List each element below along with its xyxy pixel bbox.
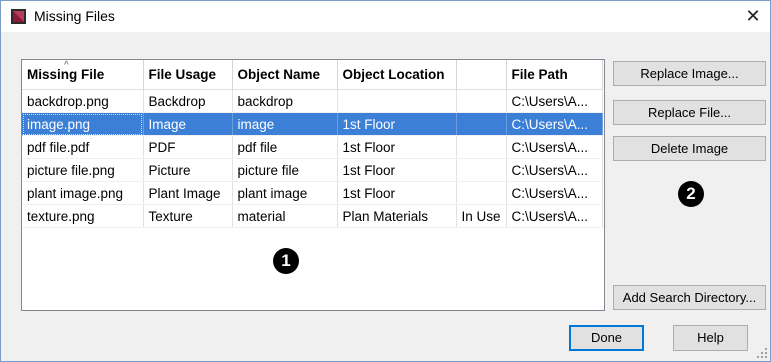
replace-image-button[interactable]: Replace Image... bbox=[613, 61, 766, 86]
cell-missing-file: pdf file.pdf bbox=[22, 135, 144, 159]
cell-missing-file: backdrop.png bbox=[22, 89, 144, 113]
missing-files-dialog: Missing Files ✕ ^ Missing File File Usag… bbox=[0, 0, 771, 362]
done-button[interactable]: Done bbox=[569, 325, 644, 351]
table-row[interactable]: backdrop.png Backdrop backdrop C:\Users\A..… bbox=[22, 89, 603, 113]
column-header-object-name[interactable]: Object Name bbox=[232, 60, 338, 90]
table-row[interactable]: plant image.png Plant Image plant image 1st… bbox=[22, 181, 603, 205]
cell-object-name: image bbox=[232, 112, 338, 136]
sort-ascending-icon: ^ bbox=[64, 60, 69, 71]
cell-object-location: 1st Floor bbox=[337, 181, 457, 205]
cell-file-path: C:\Users\A... bbox=[506, 204, 603, 228]
close-button[interactable]: ✕ bbox=[740, 4, 766, 28]
cell-file-path: C:\Users\A... bbox=[506, 135, 603, 159]
callout-1: 1 bbox=[273, 248, 299, 274]
cell-object-name: pdf file bbox=[232, 135, 338, 159]
cell-file-path: C:\Users\A... bbox=[506, 181, 603, 205]
replace-file-button[interactable]: Replace File... bbox=[613, 100, 766, 125]
resize-grip-icon[interactable] bbox=[757, 348, 767, 358]
cell-object-name: picture file bbox=[232, 158, 338, 182]
cell-missing-file: plant image.png bbox=[22, 181, 144, 205]
cell-file-path: C:\Users\A... bbox=[506, 89, 603, 113]
column-header-in-use[interactable] bbox=[456, 60, 507, 90]
cell-file-path: C:\Users\A... bbox=[506, 158, 603, 182]
cell-in-use: In Use bbox=[456, 204, 507, 228]
delete-image-button[interactable]: Delete Image bbox=[613, 136, 766, 161]
title-bar: Missing Files ✕ bbox=[1, 1, 770, 32]
cell-in-use bbox=[456, 112, 507, 136]
column-header-object-location[interactable]: Object Location bbox=[337, 60, 457, 90]
help-button[interactable]: Help bbox=[673, 325, 748, 351]
cell-file-usage: PDF bbox=[143, 135, 233, 159]
dialog-title: Missing Files bbox=[34, 8, 115, 24]
cell-object-location: 1st Floor bbox=[337, 135, 457, 159]
app-icon bbox=[11, 9, 26, 24]
cell-object-location: 1st Floor bbox=[337, 158, 457, 182]
files-grid: ^ Missing File File Usage Object Name Ob… bbox=[22, 60, 603, 228]
cell-in-use bbox=[456, 158, 507, 182]
cell-missing-file: picture file.png bbox=[22, 158, 144, 182]
add-search-directory-button[interactable]: Add Search Directory... bbox=[613, 285, 766, 310]
table-row[interactable]: pdf file.pdf PDF pdf file 1st Floor C:\Users… bbox=[22, 135, 603, 159]
cell-missing-file: image.png bbox=[22, 112, 144, 136]
table-row[interactable]: picture file.png Picture picture file 1st F… bbox=[22, 158, 603, 182]
table-row[interactable]: texture.png Texture material Plan Materials… bbox=[22, 204, 603, 228]
cell-file-path: C:\Users\A... bbox=[506, 112, 603, 136]
cell-object-name: material bbox=[232, 204, 338, 228]
column-header-file-path[interactable]: File Path bbox=[506, 60, 603, 90]
cell-in-use bbox=[456, 181, 507, 205]
cell-file-usage: Backdrop bbox=[143, 89, 233, 113]
column-header-missing-file[interactable]: ^ Missing File bbox=[22, 60, 144, 90]
callout-2: 2 bbox=[678, 181, 704, 207]
cell-in-use bbox=[456, 89, 507, 113]
cell-file-usage: Image bbox=[143, 112, 233, 136]
table-row[interactable]: image.png Image image 1st Floor C:\Users\A..… bbox=[22, 112, 603, 136]
table-header-row: ^ Missing File File Usage Object Name Ob… bbox=[22, 60, 603, 90]
close-icon: ✕ bbox=[745, 6, 761, 26]
missing-files-table: ^ Missing File File Usage Object Name Ob… bbox=[21, 59, 605, 311]
cell-object-location: 1st Floor bbox=[337, 112, 457, 136]
cell-object-name: backdrop bbox=[232, 89, 338, 113]
cell-object-name: plant image bbox=[232, 181, 338, 205]
cell-file-usage: Texture bbox=[143, 204, 233, 228]
cell-object-location bbox=[337, 89, 457, 113]
cell-object-location: Plan Materials bbox=[337, 204, 457, 228]
cell-file-usage: Picture bbox=[143, 158, 233, 182]
cell-file-usage: Plant Image bbox=[143, 181, 233, 205]
cell-in-use bbox=[456, 135, 507, 159]
cell-missing-file: texture.png bbox=[22, 204, 144, 228]
column-header-file-usage[interactable]: File Usage bbox=[143, 60, 233, 90]
